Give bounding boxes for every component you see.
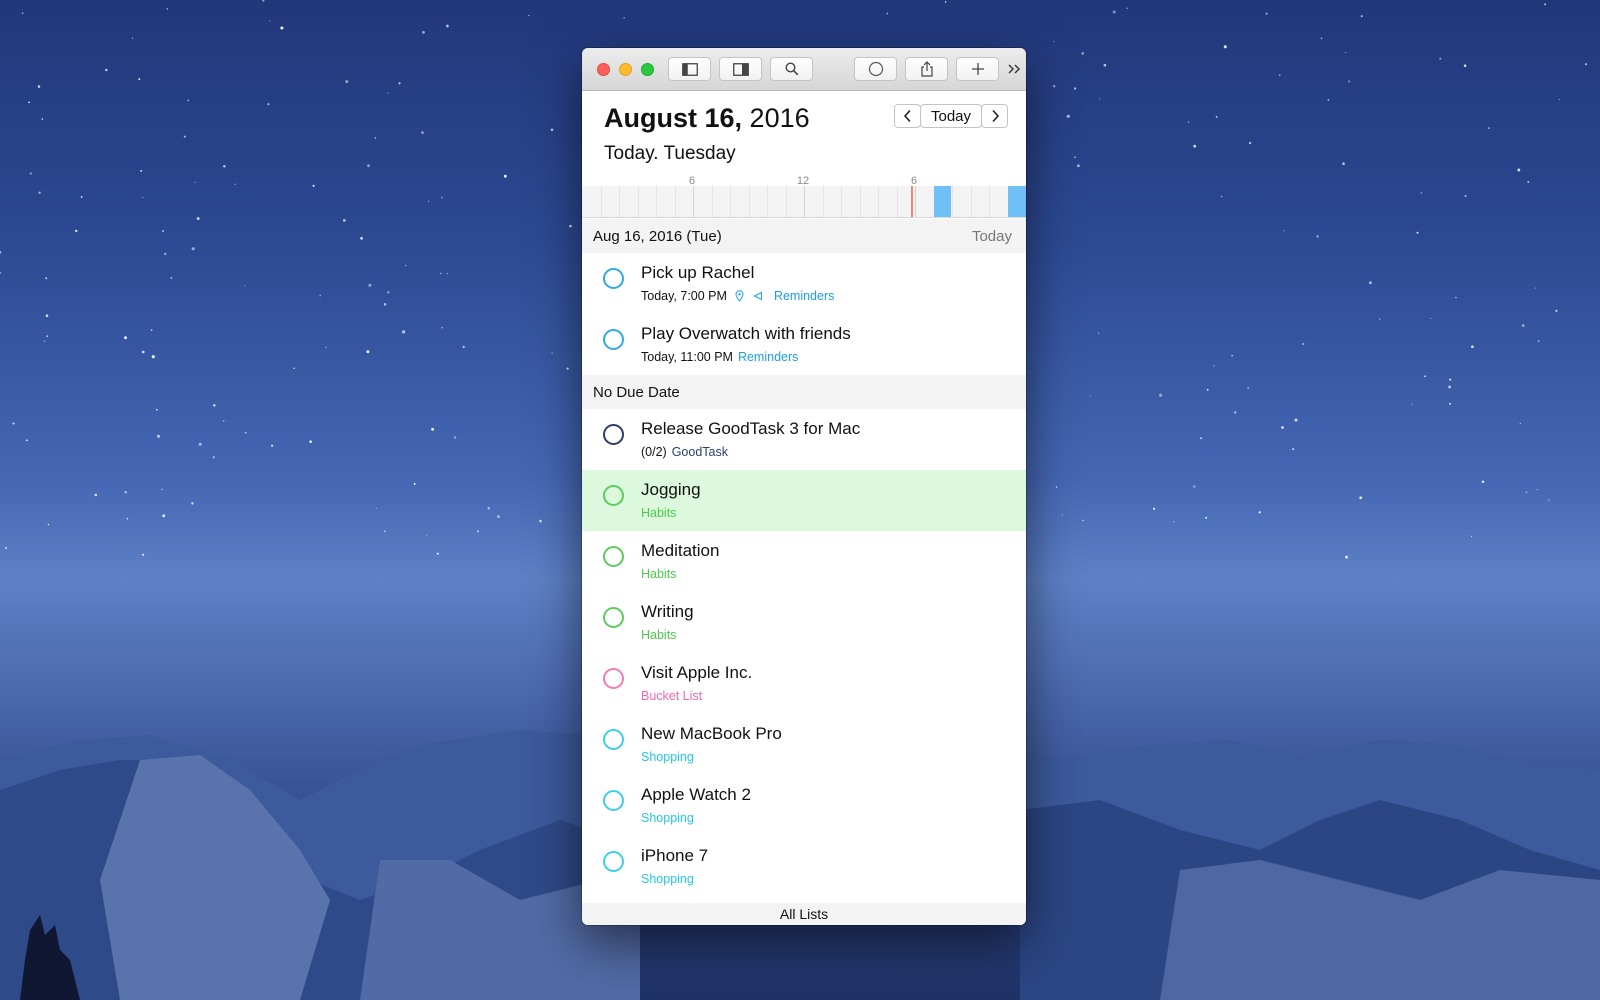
task-list-name: Shopping (641, 750, 694, 764)
section-header: Aug 16, 2016 (Tue) Today (582, 219, 1026, 253)
task-complete-checkbox[interactable] (603, 729, 624, 750)
plus-icon (971, 63, 984, 75)
toolbar (582, 48, 1026, 91)
task-row[interactable]: Apple Watch 2 Shopping (582, 775, 1026, 836)
next-day-button[interactable] (981, 104, 1008, 128)
share-icon (920, 61, 933, 77)
task-row[interactable]: Meditation Habits (582, 531, 1026, 592)
close-button[interactable] (597, 63, 610, 76)
task-row[interactable]: Play Overwatch with friends Today, 11:00 … (582, 314, 1026, 375)
toggle-right-sidebar-button[interactable] (719, 57, 762, 81)
task-complete-checkbox[interactable] (603, 268, 624, 289)
share-button[interactable] (905, 57, 948, 81)
task-meta: Shopping (641, 872, 694, 886)
circle-icon (868, 61, 883, 77)
location-pin-icon (735, 290, 744, 302)
timeline-tick-label: 12 (797, 175, 809, 187)
task-title: iPhone 7 (641, 846, 709, 865)
day-subtitle: Today. Tuesday (604, 143, 736, 164)
task-list-name: Reminders (737, 350, 799, 364)
task-title: Pick up Rachel (641, 263, 755, 282)
task-complete-checkbox[interactable] (603, 851, 624, 872)
task-complete-checkbox[interactable] (603, 790, 624, 811)
today-button[interactable]: Today (920, 104, 982, 128)
task-list-name: Habits (641, 567, 677, 581)
task-complete-checkbox[interactable] (603, 424, 624, 445)
task-complete-checkbox[interactable] (603, 546, 624, 567)
task-row[interactable]: Writing Habits (582, 592, 1026, 653)
task-meta: Shopping (641, 750, 694, 764)
search-button[interactable] (770, 57, 813, 81)
chevron-left-icon (903, 109, 911, 123)
goodtask-window: August 16, 2016 Today. Tuesday Today 6 1… (582, 48, 1026, 925)
task-meta: Today, 11:00 PM Reminders (641, 350, 798, 364)
task-row[interactable]: iPhone 7 Shopping (582, 836, 1026, 897)
section-right-label: Today (971, 228, 1012, 245)
task-complete-checkbox[interactable] (603, 485, 624, 506)
task-due-time: Today, 11:00 PM (641, 350, 733, 364)
zoom-button[interactable] (641, 63, 654, 76)
task-list-name: Habits (641, 628, 677, 642)
task-list-name: Bucket List (641, 689, 703, 703)
task-title: Jogging (641, 480, 701, 499)
timeline-event-block[interactable] (934, 186, 951, 218)
task-row[interactable]: Jogging Habits (582, 470, 1026, 531)
task-title: Apple Watch 2 (641, 785, 751, 804)
minimize-button[interactable] (619, 63, 632, 76)
task-due-time: Today, 7:00 PM (641, 289, 727, 303)
add-task-button[interactable] (956, 57, 999, 81)
task-meta: Habits (641, 506, 676, 520)
complete-toggle-button[interactable] (854, 57, 897, 81)
location-arrival-icon (753, 291, 762, 301)
task-title: Release GoodTask 3 for Mac (641, 419, 861, 438)
task-complete-checkbox[interactable] (603, 668, 624, 689)
section-label: No Due Date (593, 384, 680, 401)
page-title: August 16, 2016 (604, 103, 810, 134)
task-meta: Shopping (641, 811, 694, 825)
date-year: 2016 (749, 103, 810, 133)
task-row[interactable]: Visit Apple Inc. Bucket List (582, 653, 1026, 714)
task-meta: Habits (641, 628, 676, 642)
section-header: No Due Date (582, 375, 1026, 409)
task-title: Play Overwatch with friends (641, 324, 851, 343)
sidebar-right-icon (732, 62, 749, 76)
task-row[interactable]: Release GoodTask 3 for Mac (0/2) GoodTask (582, 409, 1026, 470)
task-meta: Habits (641, 567, 676, 581)
toolbar-overflow-button[interactable] (1006, 58, 1024, 80)
task-due-time: (0/2) (641, 445, 667, 459)
timeline-tick-label: 6 (689, 175, 695, 187)
task-title: Writing (641, 602, 694, 621)
task-title: Visit Apple Inc. (641, 663, 753, 682)
task-meta: Today, 7:00 PM Reminders (641, 289, 834, 303)
timeline-tick-label: 6 (911, 175, 917, 187)
task-list-name: Reminders (773, 289, 835, 303)
search-icon (784, 62, 798, 76)
task-complete-checkbox[interactable] (603, 607, 624, 628)
task-title: New MacBook Pro (641, 724, 782, 743)
task-list-name: GoodTask (671, 445, 728, 459)
toggle-left-sidebar-button[interactable] (668, 57, 711, 81)
task-list-name: Shopping (641, 872, 694, 886)
task-row[interactable]: New MacBook Pro Shopping (582, 714, 1026, 775)
day-timeline[interactable]: 6 12 6 (582, 174, 1026, 218)
chevron-right-icon (991, 109, 999, 123)
task-list-name: Shopping (641, 811, 694, 825)
timeline-event-block[interactable] (1008, 186, 1026, 218)
task-meta: (0/2) GoodTask (641, 445, 728, 459)
task-title: Meditation (641, 541, 720, 560)
task-meta: Bucket List (641, 689, 702, 703)
sidebar-left-icon (681, 62, 698, 76)
task-complete-checkbox[interactable] (603, 329, 624, 350)
previous-day-button[interactable] (894, 104, 921, 128)
section-label: Aug 16, 2016 (Tue) (593, 228, 722, 245)
date-bold: August 16, (604, 103, 743, 133)
more-chevron-icon (1008, 64, 1020, 74)
task-list-name: Habits (641, 506, 677, 520)
task-row[interactable]: Pick up Rachel Today, 7:00 PM Reminders (582, 253, 1026, 314)
list-filter-footer[interactable]: All Lists (582, 903, 1026, 925)
